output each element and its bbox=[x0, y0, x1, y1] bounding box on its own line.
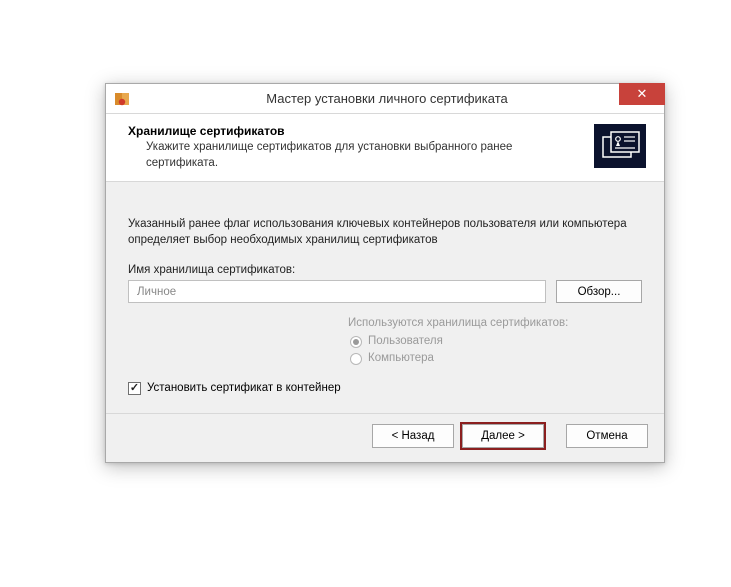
window-title: Мастер установки личного сертификата bbox=[130, 91, 664, 106]
storage-name-row: Обзор... bbox=[128, 280, 642, 303]
browse-button[interactable]: Обзор... bbox=[556, 280, 642, 303]
wizard-dialog: Мастер установки личного сертификата ✕ Х… bbox=[105, 83, 665, 463]
info-text: Указанный ранее флаг использования ключе… bbox=[128, 216, 642, 248]
browse-button-label: Обзор... bbox=[578, 286, 621, 298]
cancel-button[interactable]: Отмена bbox=[566, 424, 648, 448]
radio-computer bbox=[350, 353, 362, 365]
cancel-button-label: Отмена bbox=[586, 430, 627, 442]
wizard-footer: < Назад Далее > Отмена bbox=[106, 413, 664, 462]
storage-name-input bbox=[128, 280, 546, 303]
close-button[interactable]: ✕ bbox=[619, 83, 665, 105]
radio-user-row: Пользователя bbox=[350, 333, 642, 350]
wizard-body: Указанный ранее флаг использования ключе… bbox=[106, 182, 664, 413]
next-button[interactable]: Далее > bbox=[462, 424, 544, 448]
storage-name-label: Имя хранилища сертификатов: bbox=[128, 264, 642, 276]
storage-scope-title: Используются хранилища сертификатов: bbox=[348, 317, 642, 329]
back-button-label: < Назад bbox=[392, 430, 435, 442]
install-to-container-label: Установить сертификат в контейнер bbox=[147, 382, 341, 394]
wizard-header-text: Хранилище сертификатов Укажите хранилище… bbox=[128, 124, 594, 171]
close-icon: ✕ bbox=[637, 86, 648, 102]
install-to-container-checkbox[interactable] bbox=[128, 382, 141, 395]
storage-scope-group: Используются хранилища сертификатов: Пол… bbox=[348, 317, 642, 368]
certificate-icon bbox=[594, 124, 646, 168]
wizard-heading: Хранилище сертификатов bbox=[128, 124, 584, 138]
back-button[interactable]: < Назад bbox=[372, 424, 454, 448]
titlebar[interactable]: Мастер установки личного сертификата ✕ bbox=[106, 84, 664, 114]
wizard-header: Хранилище сертификатов Укажите хранилище… bbox=[106, 114, 664, 182]
radio-user bbox=[350, 336, 362, 348]
radio-user-label: Пользователя bbox=[368, 333, 443, 350]
install-to-container-row[interactable]: Установить сертификат в контейнер bbox=[128, 382, 642, 395]
wizard-subheading: Укажите хранилище сертификатов для устан… bbox=[128, 140, 584, 171]
next-button-label: Далее > bbox=[481, 430, 525, 442]
radio-computer-label: Компьютера bbox=[368, 350, 434, 367]
radio-computer-row: Компьютера bbox=[350, 350, 642, 367]
app-icon bbox=[114, 91, 130, 107]
